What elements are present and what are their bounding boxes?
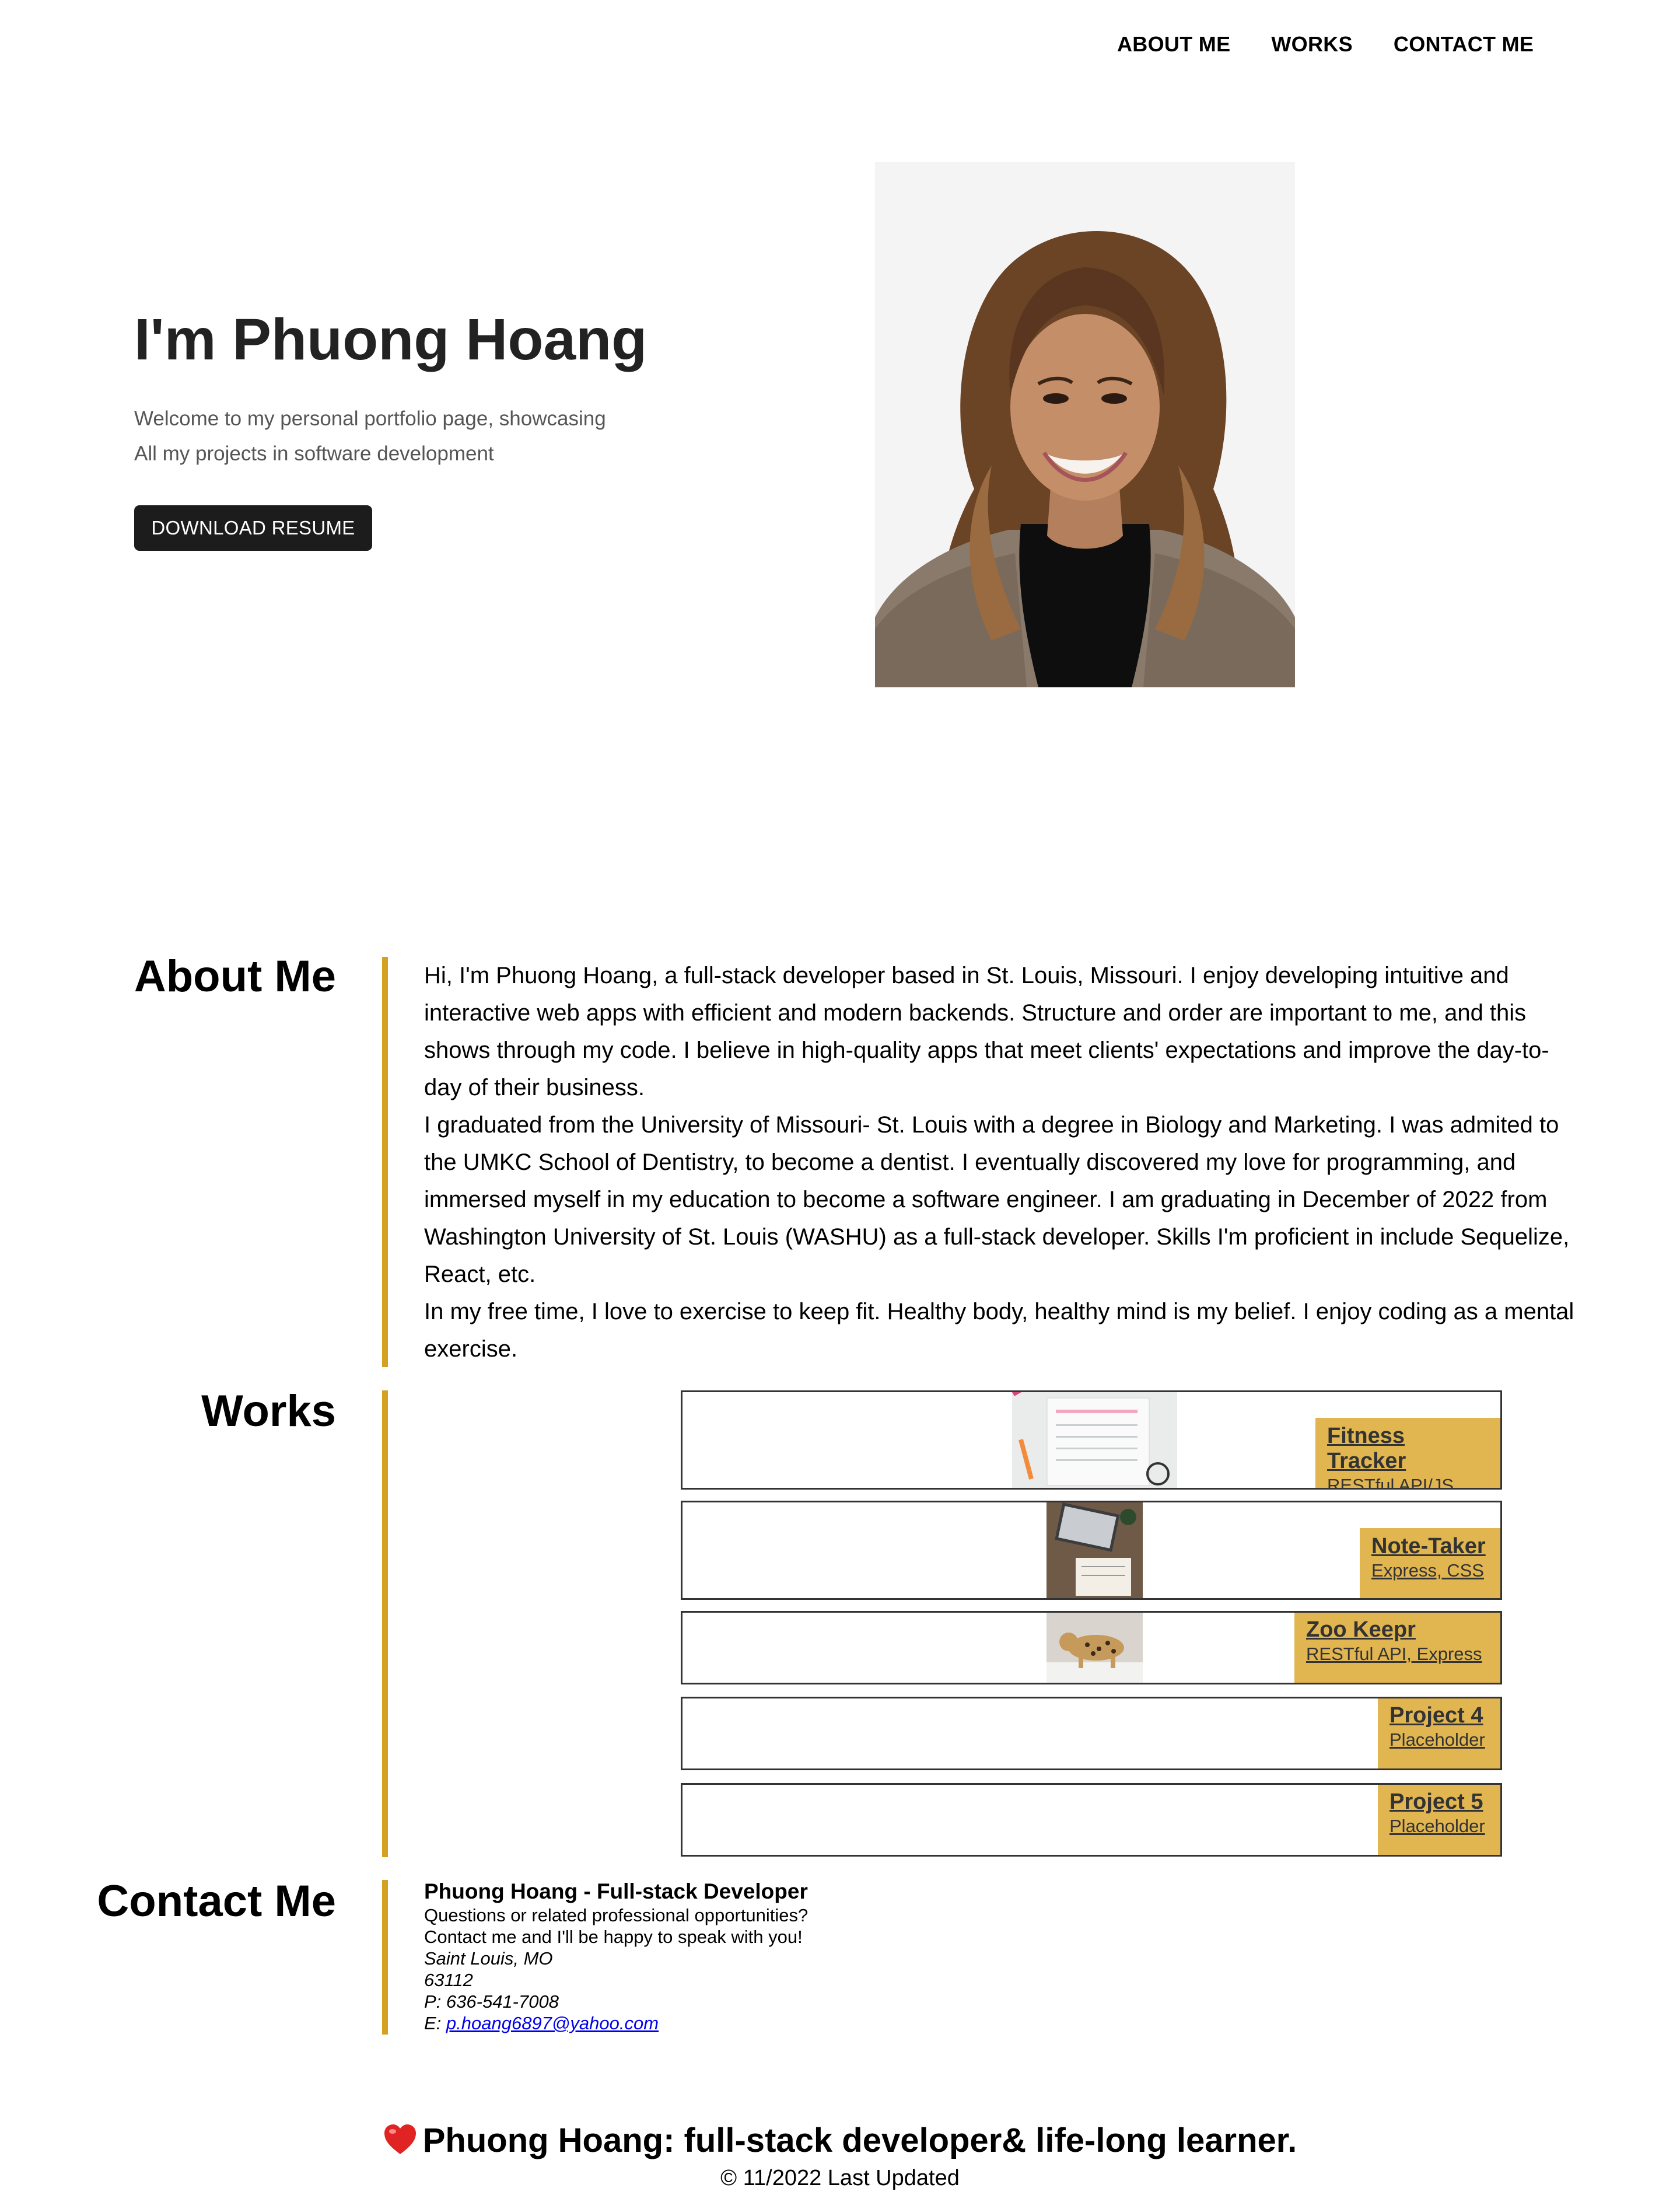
top-nav: ABOUT ME WORKS CONTACT ME [1117,32,1534,57]
project-subtitle-link[interactable]: Placeholder [1390,1729,1489,1750]
about-accent-bar [382,957,388,1367]
about-paragraph: In my free time, I love to exercise to k… [424,1299,1574,1362]
nav-link-contact-me[interactable]: CONTACT ME [1394,32,1534,57]
project-title-link[interactable]: Project 5 [1390,1789,1489,1815]
heart-icon [383,2124,417,2163]
project-label[interactable]: Fitness Tracker RESTful API/JS [1315,1418,1500,1488]
hero-title: I'm Phuong Hoang [134,307,648,372]
contact-me-heading: Contact Me [97,1876,336,1926]
contact-email-link[interactable]: p.hoang6897@yahoo.com [446,2013,659,2033]
footer-title: Phuong Hoang: full-stack developer& life… [0,2121,1680,2163]
hero-subtitle-line-1: Welcome to my personal portfolio page, s… [134,407,606,430]
works-accent-bar [382,1390,388,1857]
contact-city: Saint Louis, MO [424,1948,553,1969]
project-subtitle-link[interactable]: RESTful API/JS [1327,1475,1489,1488]
project-label[interactable]: Project 5 Placeholder [1378,1785,1500,1855]
contact-card: Phuong Hoang - Full-stack Developer Ques… [424,1879,808,2034]
contact-line: Questions or related professional opport… [424,1905,808,1925]
contact-line: Contact me and I'll be happy to speak wi… [424,1927,803,1947]
profile-photo-illustration [875,162,1295,687]
works-heading: Works [201,1386,336,1436]
project-label[interactable]: Project 4 Placeholder [1378,1698,1500,1768]
project-card-project-4[interactable]: Project 4 Placeholder [681,1697,1502,1770]
project-thumbnail [1046,1502,1143,1598]
project-card-fitness-tracker[interactable]: Fitness Tracker RESTful API/JS [681,1390,1502,1490]
heart-icon-svg [384,2124,416,2154]
hero-subtitle-line-2: All my projects in software development [134,442,494,465]
profile-photo [875,162,1295,687]
note-taker-thumbnail-image [1046,1502,1143,1598]
download-resume-button[interactable]: DOWNLOAD RESUME [134,505,372,551]
contact-phone: P: 636-541-7008 [424,1991,559,2012]
project-title-link[interactable]: Project 4 [1390,1703,1489,1728]
project-subtitle-link[interactable]: RESTful API, Express [1306,1644,1489,1665]
hero-subtitle: Welcome to my personal portfolio page, s… [134,401,606,471]
project-card-zoo-keepr[interactable]: Zoo Keepr RESTful API, Express [681,1611,1502,1684]
footer-last-updated: © 11/2022 Last Updated [720,2166,960,2190]
about-me-text: Hi, I'm Phuong Hoang, a full-stack devel… [424,957,1585,1368]
about-me-heading: About Me [134,952,336,1001]
contact-zip: 63112 [424,1970,473,1990]
about-paragraph: Hi, I'm Phuong Hoang, a full-stack devel… [424,963,1549,1100]
contact-name: Phuong Hoang - Full-stack Developer [424,1879,808,1903]
project-card-note-taker[interactable]: Note-Taker Express, CSS [681,1501,1502,1600]
project-thumbnail [1012,1392,1177,1488]
nav-link-works[interactable]: WORKS [1271,32,1353,57]
project-thumbnail [1046,1613,1143,1683]
project-subtitle-link[interactable]: Express, CSS [1371,1560,1489,1581]
project-label[interactable]: Note-Taker Express, CSS [1360,1528,1500,1598]
project-subtitle-link[interactable]: Placeholder [1390,1816,1489,1837]
contact-accent-bar [382,1880,388,2035]
nav-link-about-me[interactable]: ABOUT ME [1117,32,1230,57]
project-card-project-5[interactable]: Project 5 Placeholder [681,1783,1502,1857]
project-title-link[interactable]: Zoo Keepr [1306,1617,1489,1642]
fitness-tracker-thumbnail-image [1012,1392,1177,1488]
zoo-keepr-thumbnail-image [1046,1613,1143,1683]
project-title-link[interactable]: Note-Taker [1371,1534,1489,1559]
project-title-link[interactable]: Fitness Tracker [1327,1424,1489,1474]
project-label[interactable]: Zoo Keepr RESTful API, Express [1294,1613,1500,1683]
contact-email-prefix: E: [424,2013,446,2033]
about-paragraph: I graduated from the University of Misso… [424,1112,1570,1287]
footer-title-text: Phuong Hoang: full-stack developer& life… [422,2121,1297,2159]
